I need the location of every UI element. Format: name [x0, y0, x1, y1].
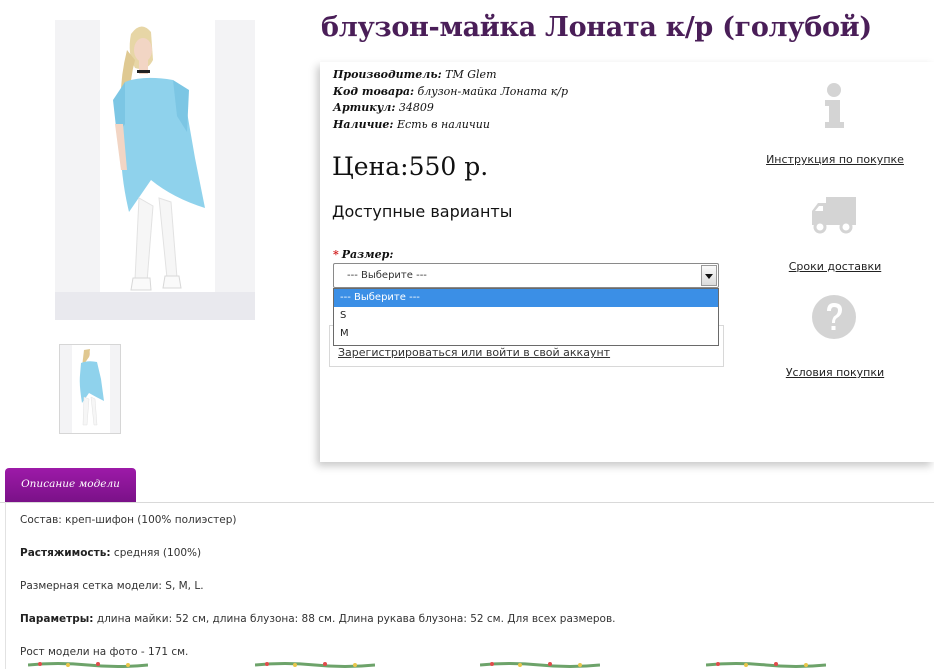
- size-select-value: --- Выберите ---: [347, 270, 427, 281]
- variants-heading: Доступные варианты: [332, 202, 513, 221]
- delivery-terms-link[interactable]: Сроки доставки: [760, 260, 910, 273]
- attr-availability: Наличие: Есть в наличии: [333, 117, 490, 131]
- product-info-panel: Производитель: TM Glem Код товара: блузо…: [320, 62, 934, 462]
- size-label: * Размер:: [333, 248, 394, 261]
- purchase-terms-link[interactable]: Условия покупки: [760, 366, 910, 379]
- attr-sku: Артикул: 34809: [333, 101, 434, 114]
- size-option-s[interactable]: S: [334, 307, 718, 325]
- attr-product-code: Код товара: блузон-майка Лоната к/р: [333, 84, 569, 98]
- model-figure: [55, 20, 255, 320]
- garland-decoration: [706, 662, 826, 668]
- product-title: блузон-майка Лоната к/р (голубой): [321, 12, 872, 43]
- product-thumbnail[interactable]: [59, 344, 121, 434]
- product-attributes: Производитель: TM Glem Код товара: блузо…: [333, 67, 568, 133]
- size-select[interactable]: --- Выберите ---: [333, 263, 719, 288]
- select-arrow-button[interactable]: [701, 265, 717, 286]
- register-login-link[interactable]: Зарегистрироваться или войти в свой акка…: [338, 346, 610, 359]
- purchase-instructions-link[interactable]: Инструкция по покупке: [760, 153, 910, 166]
- size-option-placeholder[interactable]: --- Выберите ---: [334, 289, 718, 307]
- required-mark: *: [333, 248, 339, 261]
- thumbnail-figure: [72, 345, 110, 433]
- attr-manufacturer: Производитель: TM Glem: [333, 68, 497, 81]
- question-icon: [812, 295, 856, 339]
- size-option-m[interactable]: M: [334, 325, 718, 343]
- garland-decoration: [255, 662, 375, 668]
- desc-composition: Состав: креп-шифон (100% полиэстер): [20, 514, 237, 526]
- garland-decoration: [28, 662, 148, 668]
- tab-model-description[interactable]: Описание модели: [5, 468, 136, 502]
- desc-size-grid: Размерная сетка модели: S, M, L.: [20, 580, 204, 592]
- truck-icon: [812, 197, 856, 234]
- desc-stretch: Растяжимость: средняя (100%): [20, 547, 202, 559]
- size-dropdown-list[interactable]: --- Выберите --- S M: [333, 288, 719, 346]
- description-panel: Состав: креп-шифон (100% полиэстер) Раст…: [5, 502, 934, 669]
- info-icon: [825, 83, 844, 128]
- desc-model-height: Рост модели на фото - 171 см.: [20, 646, 189, 658]
- product-price: Цена:550 р.: [332, 152, 489, 181]
- desc-parameters: Параметры: длина майки: 52 см, длина блу…: [20, 613, 616, 625]
- product-main-image[interactable]: [55, 20, 255, 320]
- garland-decoration: [480, 662, 600, 668]
- chevron-down-icon: [705, 274, 713, 279]
